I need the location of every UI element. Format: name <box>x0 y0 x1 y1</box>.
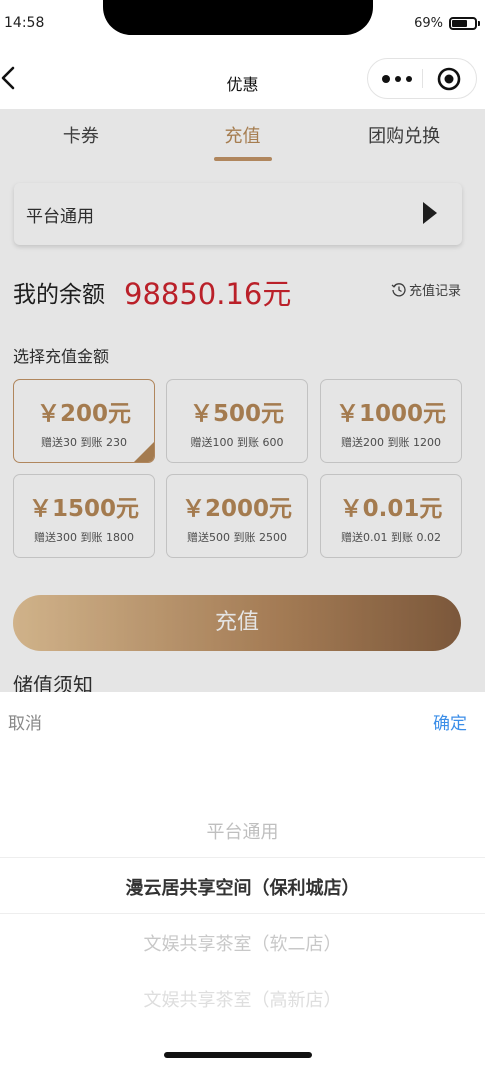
battery-icon <box>449 17 480 30</box>
modal-mask[interactable] <box>0 109 485 692</box>
picker-option[interactable]: 平台通用 <box>0 818 485 844</box>
status-time: 14:58 <box>4 15 45 31</box>
cancel-button[interactable]: 取消 <box>8 709 42 734</box>
picker-option[interactable]: 文娱共享茶室（软二店） <box>0 930 485 956</box>
picker-option[interactable]: 文娱共享茶室（高新店） <box>0 986 485 1012</box>
status-bar: 14:58 69% <box>0 0 485 46</box>
close-button[interactable] <box>436 66 462 92</box>
miniprogram-capsule <box>367 58 477 99</box>
capsule-divider <box>422 69 423 88</box>
store-picker-sheet: 取消 确定 平台通用 漫云居共享空间（保利城店） 文娱共享茶室（软二店） 文娱共… <box>0 692 485 1072</box>
picker-option-selected[interactable]: 漫云居共享空间（保利城店） <box>0 874 485 900</box>
camera-notch <box>103 0 373 35</box>
battery-percent: 69% <box>414 16 443 31</box>
more-button[interactable] <box>377 59 421 98</box>
picker-highlight-bottom <box>0 913 485 914</box>
confirm-button[interactable]: 确定 <box>433 709 467 734</box>
target-close-icon <box>437 67 461 91</box>
store-picker[interactable]: 平台通用 漫云居共享空间（保利城店） 文娱共享茶室（软二店） 文娱共享茶室（高新… <box>0 802 485 1032</box>
battery-status: 69% <box>414 16 480 31</box>
nav-bar: 优惠 <box>0 46 485 109</box>
picker-highlight-top <box>0 857 485 858</box>
home-indicator <box>164 1052 312 1058</box>
more-dots-icon <box>382 75 412 83</box>
